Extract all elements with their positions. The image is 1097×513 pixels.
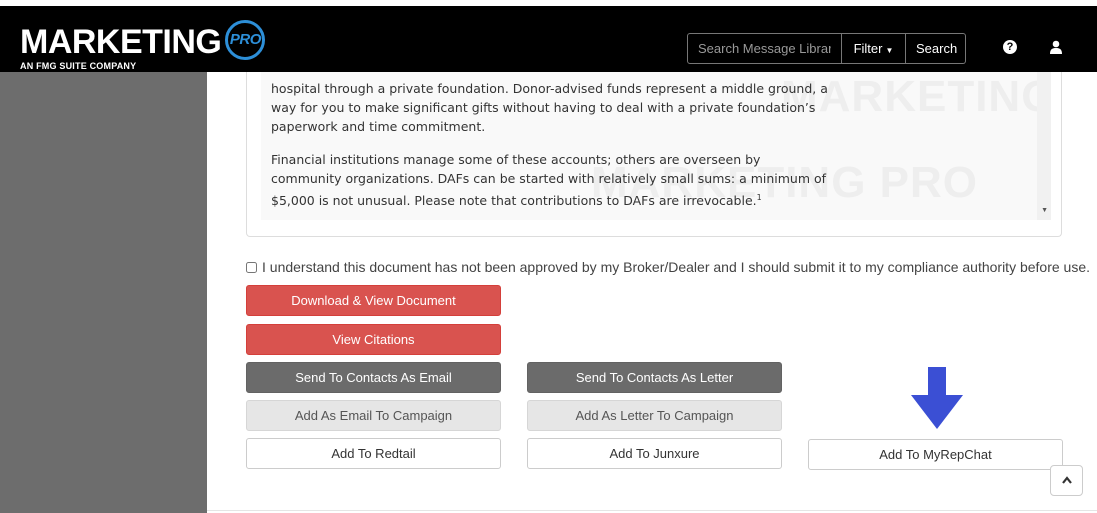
search-input[interactable] — [687, 33, 842, 64]
annotation-arrow-down-icon — [911, 367, 963, 429]
compliance-checkbox[interactable] — [246, 261, 257, 273]
send-as-letter-button[interactable]: Send To Contacts As Letter — [527, 362, 782, 393]
sidebar — [0, 72, 207, 513]
chevron-up-icon — [1061, 476, 1072, 484]
question-circle-icon[interactable]: ? — [1003, 40, 1017, 54]
scrollbar[interactable]: ▼ — [1037, 72, 1051, 220]
compliance-label: I understand this document has not been … — [262, 259, 1091, 275]
caret-down-icon: ▼ — [885, 46, 894, 55]
scroll-to-top-button[interactable] — [1050, 465, 1083, 496]
document-scroll-area[interactable]: MARKETING PRO MARKETING PRO hospital thr… — [261, 72, 1051, 220]
compliance-acknowledgement[interactable]: I understand this document has not been … — [246, 259, 1090, 275]
user-icon[interactable] — [1049, 40, 1063, 54]
scroll-down-arrow-icon[interactable]: ▼ — [1041, 207, 1048, 214]
filter-label: Filter — [853, 41, 883, 56]
logo-subtitle: AN FMG SUITE COMPANY — [20, 61, 137, 71]
document-paragraph: hospital through a private foundation. D… — [271, 81, 828, 134]
paragraph-text: Financial institutions manage some of th… — [271, 152, 827, 209]
footer-divider — [207, 510, 1097, 511]
document-paragraph: Financial institutions manage some of th… — [271, 150, 831, 210]
download-view-document-button[interactable]: Download & View Document — [246, 285, 501, 316]
document-preview: MARKETING PRO MARKETING PRO hospital thr… — [246, 72, 1062, 237]
search-button[interactable]: Search — [906, 33, 966, 64]
marketing-pro-logo[interactable]: MARKETING PRO AN FMG SUITE COMPANY — [20, 20, 266, 71]
add-to-myrepchat-button[interactable]: Add To MyRepChat — [808, 439, 1063, 470]
logo-pro-badge: PRO — [225, 20, 266, 60]
add-email-to-campaign-button[interactable]: Add As Email To Campaign — [246, 400, 501, 431]
logo-wordmark: MARKETING PRO — [20, 20, 266, 62]
add-to-junxure-button[interactable]: Add To Junxure — [527, 438, 782, 469]
view-citations-button[interactable]: View Citations — [246, 324, 501, 355]
top-navbar: MARKETING PRO AN FMG SUITE COMPANY Filte… — [0, 6, 1097, 72]
filter-dropdown-button[interactable]: Filter ▼ — [842, 33, 906, 64]
send-as-email-button[interactable]: Send To Contacts As Email — [246, 362, 501, 393]
footnote-mark: 1 — [756, 193, 762, 202]
add-to-redtail-button[interactable]: Add To Redtail — [246, 438, 501, 469]
logo-text: MARKETING — [20, 23, 222, 61]
search-group: Filter▼ Search — [687, 33, 966, 64]
add-letter-to-campaign-button[interactable]: Add As Letter To Campaign — [527, 400, 782, 431]
